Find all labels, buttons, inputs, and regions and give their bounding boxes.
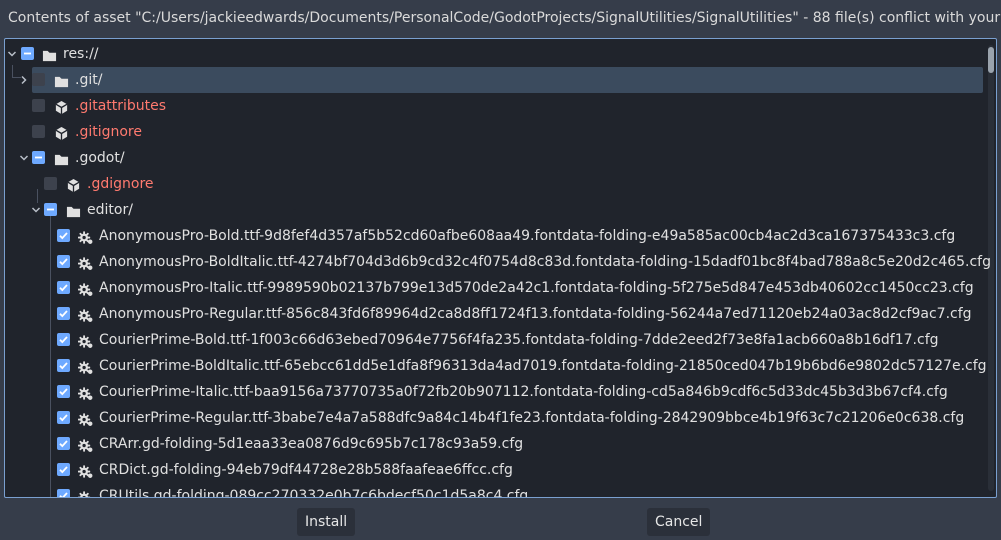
checkbox[interactable] [57, 489, 70, 497]
tree-row[interactable]: CRUtils.gd-folding-089cc270332e0b7c6bdec… [5, 483, 983, 498]
checkbox[interactable] [44, 177, 57, 190]
tree-row[interactable]: editor/ [5, 197, 983, 223]
tree-row[interactable]: .gitattributes [5, 93, 983, 119]
tree-row[interactable]: .gdignore [5, 171, 983, 197]
tree-item-label: CourierPrime-BoldItalic.ttf-65ebcc61dd5e… [99, 358, 987, 374]
checkbox[interactable] [32, 125, 45, 138]
tree-row[interactable]: AnonymousPro-Italic.ttf-9989590b02137b79… [5, 275, 983, 301]
checkbox[interactable] [57, 437, 70, 450]
chevron-down-icon[interactable] [31, 205, 41, 215]
checkbox[interactable] [57, 463, 70, 476]
tree-row[interactable]: AnonymousPro-Regular.ttf-856c843fd6f8996… [5, 301, 983, 327]
tree-row[interactable]: CourierPrime-Bold.ttf-1f003c66d63ebed709… [5, 327, 983, 353]
checkbox[interactable] [44, 203, 57, 216]
tree-item-label: .godot/ [75, 150, 125, 166]
tree-item-label: AnonymousPro-Bold.ttf-9d8fef4d357af5b52c… [99, 228, 956, 244]
tree-item-label: AnonymousPro-Regular.ttf-856c843fd6f8996… [99, 306, 972, 322]
checkbox[interactable] [57, 281, 70, 294]
gear-icon [78, 254, 93, 270]
tree-item-label: CourierPrime-Italic.ttf-baa9156a73770735… [99, 384, 948, 400]
conflict-message: Contents of asset "C:/Users/jackieedward… [8, 10, 1001, 26]
tree-item-label: .gdignore [87, 176, 154, 192]
tree-item-label: .git/ [75, 72, 103, 88]
tree-row[interactable]: res:// [5, 41, 983, 67]
tree-item-label: CourierPrime-Bold.ttf-1f003c66d63ebed709… [99, 332, 939, 348]
tree-row[interactable]: AnonymousPro-Bold.ttf-9d8fef4d357af5b52c… [5, 223, 983, 249]
checkbox[interactable] [32, 99, 45, 112]
file-cube-icon [54, 98, 69, 115]
tree-row[interactable]: CourierPrime-Regular.ttf-3babe7e4a7a588d… [5, 405, 983, 431]
scrollbar-thumb[interactable] [988, 47, 994, 73]
folder-icon [54, 72, 69, 88]
cancel-button[interactable]: Cancel [647, 508, 711, 536]
gear-icon [78, 384, 93, 400]
folder-icon [42, 46, 57, 62]
tree-item-label: CRArr.gd-folding-5d1eaa33ea0876d9c695b7c… [99, 436, 524, 452]
gear-icon [78, 280, 93, 296]
folder-icon [66, 202, 81, 218]
selection-highlight [32, 67, 983, 93]
checkbox[interactable] [57, 255, 70, 268]
gear-icon [78, 358, 93, 374]
checkbox[interactable] [32, 151, 45, 164]
tree-item-label: AnonymousPro-BoldItalic.ttf-4274bf704d3d… [99, 254, 992, 270]
tree-row[interactable]: .git/ [5, 67, 983, 93]
gear-icon [78, 228, 93, 244]
chevron-right-icon[interactable] [19, 75, 29, 85]
tree-item-label: CourierPrime-Regular.ttf-3babe7e4a7a588d… [99, 410, 965, 426]
gear-icon [78, 306, 93, 322]
chevron-down-icon[interactable] [19, 153, 29, 163]
tree-row[interactable]: CourierPrime-Italic.ttf-baa9156a73770735… [5, 379, 983, 405]
checkbox[interactable] [57, 411, 70, 424]
file-cube-icon [54, 124, 69, 141]
chevron-down-icon[interactable] [7, 49, 17, 59]
file-tree[interactable]: res:// .git/ .gitattributes .gitignore .godo… [4, 38, 997, 498]
gear-icon [78, 462, 93, 478]
gear-icon [78, 332, 93, 348]
tree-row[interactable]: CRDict.gd-folding-94eb79df44728e28b588fa… [5, 457, 983, 483]
tree-item-label: CRDict.gd-folding-94eb79df44728e28b588fa… [99, 462, 513, 478]
tree-item-label: .gitignore [75, 124, 142, 140]
tree-row[interactable]: CourierPrime-BoldItalic.ttf-65ebcc61dd5e… [5, 353, 987, 379]
install-button[interactable]: Install [297, 508, 356, 536]
checkbox[interactable] [57, 307, 70, 320]
tree-row[interactable]: AnonymousPro-BoldItalic.ttf-4274bf704d3d… [5, 249, 991, 275]
tree-row[interactable]: .godot/ [5, 145, 983, 171]
checkbox[interactable] [57, 229, 70, 242]
tree-item-label: res:// [63, 46, 99, 62]
tree-item-label: .gitattributes [75, 98, 167, 114]
tree-item-label: editor/ [87, 202, 133, 218]
folder-icon [54, 150, 69, 166]
tree-item-label: AnonymousPro-Italic.ttf-9989590b02137b79… [99, 280, 974, 296]
checkbox[interactable] [57, 333, 70, 346]
checkbox[interactable] [32, 73, 45, 86]
checkbox[interactable] [21, 47, 34, 60]
gear-icon [78, 436, 93, 452]
gear-icon [78, 488, 93, 497]
checkbox[interactable] [57, 385, 70, 398]
checkbox[interactable] [57, 359, 70, 372]
tree-row[interactable]: .gitignore [5, 119, 983, 145]
tree-item-label: CRUtils.gd-folding-089cc270332e0b7c6bdec… [99, 488, 529, 498]
gear-icon [78, 410, 93, 426]
tree-row[interactable]: CRArr.gd-folding-5d1eaa33ea0876d9c695b7c… [5, 431, 983, 457]
file-cube-icon [66, 176, 81, 193]
